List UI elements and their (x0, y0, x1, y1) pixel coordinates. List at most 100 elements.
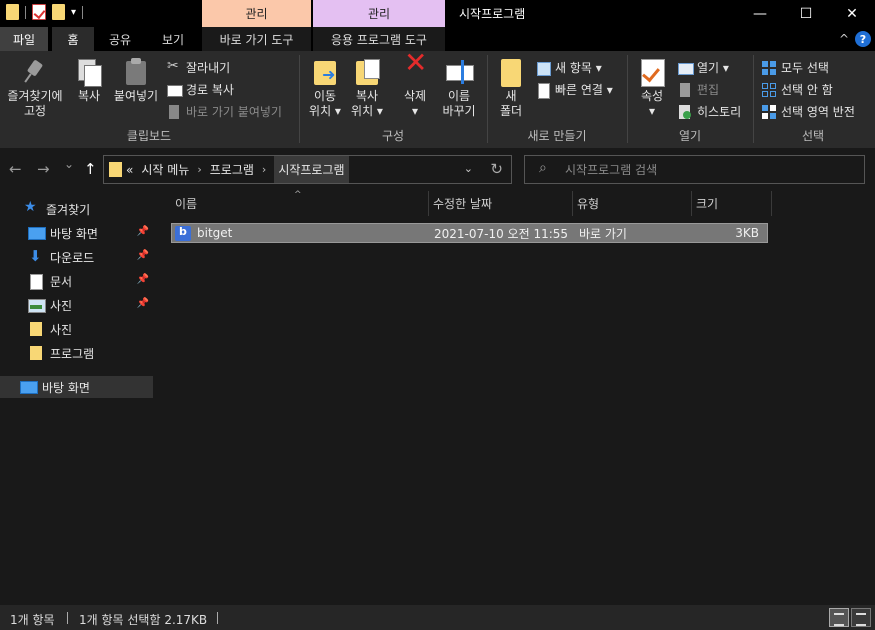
tab-file[interactable]: 파일 (0, 27, 48, 51)
breadcrumb: « 시작 메뉴 › 프로그램 › 시작프로그램 (126, 156, 349, 183)
history-button[interactable]: 히스토리 (678, 103, 741, 120)
copy-path-icon (167, 83, 183, 97)
maximize-button[interactable]: ☐ (783, 0, 829, 27)
help-icon[interactable]: ? (855, 31, 871, 47)
large-icons-view-icon[interactable] (851, 608, 871, 627)
delete-button[interactable]: 삭제 ▾ (399, 55, 431, 119)
details-view-icon[interactable] (829, 608, 849, 627)
pin-icon[interactable]: 📌 (137, 274, 149, 285)
tab-home[interactable]: 홈 (52, 27, 94, 51)
invert-selection-label: 선택 영역 반전 (781, 105, 855, 119)
pin-label-line1: 즐겨찾기에 (7, 89, 63, 103)
new-folder-button[interactable]: 새 폴더 (496, 57, 526, 119)
customize-toolbar-icon[interactable]: ▾ (71, 7, 76, 18)
tab-shortcut-tools[interactable]: 바로 가기 도구 (202, 27, 311, 51)
nav-item-label: 사진 (50, 322, 73, 337)
column-header-date-modified[interactable]: 수정한 날짜 (429, 191, 573, 216)
pin-icon[interactable]: 📌 (137, 250, 149, 261)
nav-item-quick-access[interactable]: 즐겨찾기 (0, 198, 153, 220)
easy-access-icon (536, 82, 550, 99)
new-folder-line1: 새 (505, 89, 517, 103)
breadcrumb-current[interactable]: 시작프로그램 (274, 156, 349, 183)
status-divider (67, 612, 68, 624)
up-arrow-icon[interactable]: ↑ (84, 160, 97, 178)
navigation-bar: ← → ⌄ ↑ « 시작 메뉴 › 프로그램 › 시작프로그램 ⌄ ↻ ⌕ (0, 148, 875, 190)
chevron-down-icon[interactable]: ⌄ (464, 162, 473, 175)
cut-button[interactable]: 잘라내기 (167, 58, 230, 76)
address-bar[interactable]: « 시작 메뉴 › 프로그램 › 시작프로그램 ⌄ ↻ (103, 155, 512, 184)
select-none-button[interactable]: 선택 안 함 (762, 81, 833, 98)
collapse-ribbon-icon[interactable]: ^ (839, 32, 849, 46)
column-header-name[interactable]: 이름 (171, 191, 429, 216)
ribbon: 즐겨찾기에 고정 복사 붙여넣기 잘라내기 경로 복사 바로 가기 붙여넣기 클… (0, 51, 875, 148)
toolbar-divider (82, 5, 84, 19)
breadcrumb-overflow[interactable]: « (126, 163, 133, 177)
chevron-right-icon[interactable]: › (262, 163, 266, 176)
forward-arrow-icon[interactable]: → (37, 160, 50, 178)
group-clipboard: 즐겨찾기에 고정 복사 붙여넣기 잘라내기 경로 복사 바로 가기 붙여넣기 클… (0, 51, 298, 148)
pin-to-quick-access-button[interactable]: 즐겨찾기에 고정 (2, 57, 68, 119)
chevron-right-icon[interactable]: › (197, 163, 201, 176)
properties-icon (638, 57, 666, 87)
toolbar-divider (25, 5, 26, 19)
new-folder-icon[interactable] (52, 4, 65, 20)
properties-button[interactable]: 속성 ▾ (636, 57, 668, 119)
nav-item-pictures-folder[interactable]: 사진 (0, 318, 153, 340)
breadcrumb-item[interactable]: 시작 메뉴 (141, 161, 189, 178)
new-item-icon (536, 61, 551, 76)
breadcrumb-item[interactable]: 프로그램 (210, 161, 254, 178)
refresh-icon[interactable]: ↻ (490, 160, 503, 178)
copy-path-button[interactable]: 경로 복사 (167, 81, 234, 98)
new-item-label: 새 항목 ▾ (555, 61, 602, 75)
close-button[interactable]: ✕ (829, 0, 875, 27)
nav-item-label: 프로그램 (50, 346, 95, 361)
nav-item-downloads[interactable]: 다운로드 📌 (0, 246, 153, 268)
edit-button[interactable]: 편집 (678, 81, 719, 98)
new-item-button[interactable]: 새 항목 ▾ (536, 59, 602, 76)
tab-view[interactable]: 보기 (150, 27, 196, 51)
file-type: 바로 가기 (579, 226, 627, 241)
edit-label: 편집 (697, 83, 720, 97)
copy-to-button[interactable]: 복사 위치 ▾ (348, 57, 386, 119)
file-size: 3KB (735, 226, 759, 240)
paste-shortcut-button[interactable]: 바로 가기 붙여넣기 (167, 103, 282, 120)
context-tab-manage-app: 관리 (313, 0, 445, 27)
document-icon (28, 274, 44, 290)
nav-item-documents[interactable]: 문서 📌 (0, 270, 153, 292)
rename-line2: 바꾸기 (442, 104, 476, 118)
file-name-cell: bitget (175, 224, 232, 242)
tab-share[interactable]: 공유 (100, 27, 140, 51)
table-row[interactable]: bitget 2021-07-10 오전 11:55 바로 가기 3KB (171, 223, 768, 243)
recent-locations-icon[interactable]: ⌄ (64, 157, 74, 171)
search-input[interactable] (565, 160, 845, 180)
easy-access-button[interactable]: 빠른 연결 ▾ (536, 81, 613, 99)
select-all-button[interactable]: 모두 선택 (762, 59, 829, 76)
properties-icon[interactable] (32, 4, 46, 20)
column-header-type[interactable]: 유형 (573, 191, 692, 216)
delete-line2: ▾ (411, 104, 419, 118)
nav-item-desktop-root[interactable]: 바탕 화면 (0, 376, 153, 398)
pin-icon[interactable]: 📌 (137, 226, 149, 237)
search-box[interactable]: ⌕ (524, 155, 865, 184)
nav-item-label: 바탕 화면 (50, 226, 98, 241)
delete-line1: 삭제 (403, 89, 427, 103)
minimize-button[interactable]: — (737, 0, 783, 27)
nav-item-pictures[interactable]: 사진 📌 (0, 294, 153, 316)
rename-button[interactable]: 이름 바꾸기 (439, 57, 479, 119)
column-header-size[interactable]: 크기 (692, 191, 772, 216)
nav-item-desktop[interactable]: 바탕 화면 📌 (0, 222, 153, 244)
group-label-select: 선택 (801, 129, 825, 143)
file-list: ^ 이름 수정한 날짜 유형 크기 bitget 2021-07-10 오전 1… (156, 190, 875, 605)
move-to-button[interactable]: 이동 위치 ▾ (308, 57, 342, 119)
group-label-organize: 구성 (381, 129, 405, 143)
paste-button[interactable]: 붙여넣기 (110, 57, 162, 104)
invert-selection-button[interactable]: 선택 영역 반전 (762, 103, 855, 120)
nav-item-programs[interactable]: 프로그램 (0, 342, 153, 364)
copy-button[interactable]: 복사 (72, 57, 106, 104)
back-arrow-icon[interactable]: ← (9, 160, 22, 178)
status-bar: 1개 항목 1개 항목 선택함 2.17KB (0, 605, 875, 630)
pin-icon[interactable]: 📌 (137, 298, 149, 309)
ribbon-tabs: 파일 홈 공유 보기 바로 가기 도구 응용 프로그램 도구 ^ ? (0, 27, 875, 51)
nav-item-label: 바탕 화면 (42, 380, 90, 395)
open-button[interactable]: 열기 ▾ (678, 59, 729, 76)
